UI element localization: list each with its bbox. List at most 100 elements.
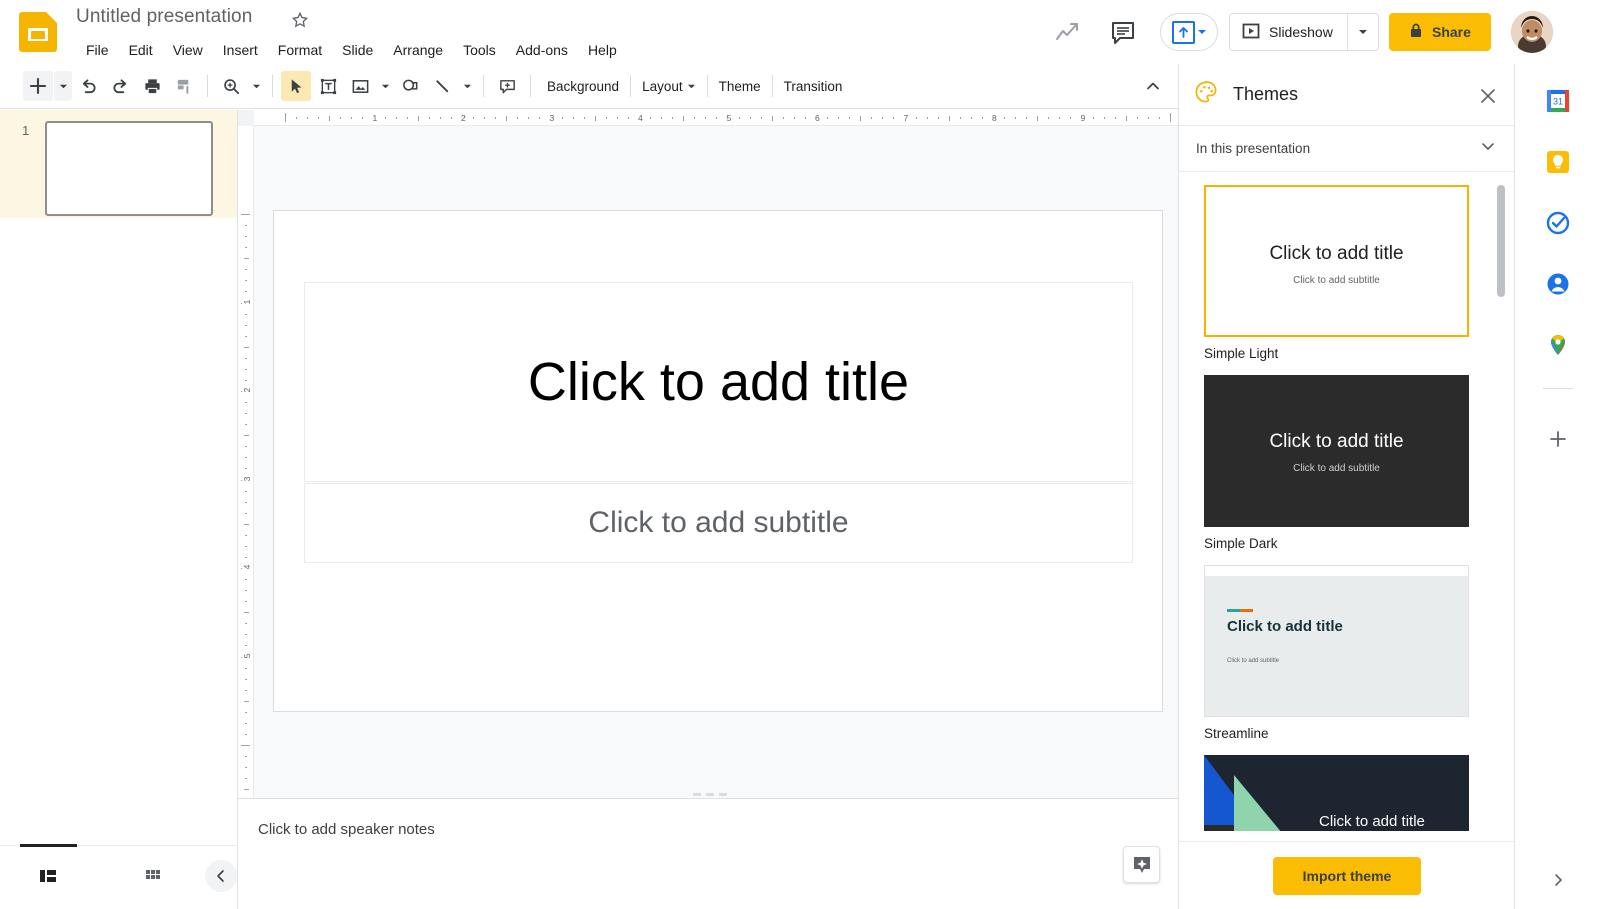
ruler-tick <box>245 335 247 337</box>
slide-thumbnail[interactable] <box>45 121 213 216</box>
menu-edit[interactable]: Edit <box>119 38 163 62</box>
line-button[interactable] <box>427 71 457 101</box>
ruler-label: 7 <box>901 113 911 123</box>
undo-button[interactable] <box>73 71 103 101</box>
theme-thumbnail-simple-dark[interactable]: Click to add title Click to add subtitle <box>1204 375 1469 527</box>
theme-thumbnail-geo[interactable]: Click to add title <box>1204 755 1469 831</box>
menu-help[interactable]: Help <box>578 38 627 62</box>
notes-drag-handle[interactable] <box>693 793 727 796</box>
subtitle-placeholder[interactable]: Click to add subtitle <box>304 483 1133 563</box>
paint-format-button[interactable] <box>169 71 199 101</box>
ruler-tick <box>245 678 247 680</box>
google-tasks-icon[interactable] <box>1539 204 1577 242</box>
add-icon[interactable] <box>1539 420 1577 458</box>
ruler-tick <box>244 789 249 791</box>
ruler-tick <box>871 117 873 119</box>
filmstrip-slide-1[interactable]: 1 <box>0 110 237 218</box>
ruler-tick <box>245 247 247 249</box>
new-slide-button[interactable] <box>23 71 53 101</box>
google-keep-icon[interactable] <box>1539 143 1577 181</box>
side-apps-rail: 31 <box>1514 64 1600 909</box>
slideshow-button[interactable]: Slideshow <box>1230 14 1347 50</box>
ruler-tick <box>245 590 247 592</box>
user-avatar[interactable] <box>1511 11 1553 53</box>
google-contacts-icon[interactable] <box>1539 265 1577 303</box>
close-icon[interactable] <box>1476 84 1500 108</box>
zoom-dropdown[interactable] <box>247 71 265 101</box>
themes-section-selector[interactable]: In this presentation <box>1179 126 1514 172</box>
menu-bar: File Edit View Insert Format Slide Arran… <box>76 38 627 62</box>
filmstrip-bottom-bar <box>0 840 238 909</box>
filmstrip-view-button[interactable] <box>32 860 64 892</box>
menu-file[interactable]: File <box>76 38 119 62</box>
import-theme-button[interactable]: Import theme <box>1272 856 1422 895</box>
explore-icon <box>1133 856 1150 873</box>
share-button[interactable]: Share <box>1389 13 1491 51</box>
ruler-tick <box>296 117 298 119</box>
collapse-toolbar-button[interactable] <box>1138 71 1168 101</box>
collapse-filmstrip-button[interactable] <box>205 860 237 892</box>
layout-button[interactable]: Layout <box>633 74 705 99</box>
menu-arrange[interactable]: Arrange <box>383 38 453 62</box>
ruler-tick <box>771 116 773 121</box>
themes-scrollbar[interactable] <box>1497 185 1505 297</box>
menu-format[interactable]: Format <box>268 38 332 62</box>
menu-insert[interactable]: Insert <box>213 38 268 62</box>
new-slide-dropdown[interactable] <box>54 71 72 101</box>
slide-canvas[interactable]: Click to add title Click to add subtitle <box>273 210 1163 712</box>
star-icon[interactable] <box>290 10 310 30</box>
ruler-tick <box>245 468 247 470</box>
slides-app: Untitled presentation File Edit View Ins… <box>0 0 1600 909</box>
ruler-tick <box>838 117 840 119</box>
ruler-tick <box>937 117 939 119</box>
explore-button[interactable] <box>1123 846 1160 883</box>
menu-addons[interactable]: Add-ons <box>506 38 578 62</box>
select-tool-button[interactable] <box>281 71 311 101</box>
grid-view-button[interactable] <box>137 860 169 892</box>
vertical-ruler[interactable]: 1 2 3 4 5 <box>238 126 254 798</box>
background-label: Background <box>547 78 620 94</box>
shape-button[interactable] <box>395 71 425 101</box>
ruler-tick <box>749 117 751 119</box>
zoom-button[interactable] <box>216 71 246 101</box>
line-dropdown[interactable] <box>458 71 476 101</box>
present-button[interactable] <box>1160 13 1218 51</box>
ruler-tick <box>860 116 862 121</box>
add-comment-button[interactable] <box>492 71 522 101</box>
menu-slide[interactable]: Slide <box>332 38 383 62</box>
active-view-indicator <box>20 844 77 847</box>
share-label: Share <box>1432 24 1471 40</box>
text-box-button[interactable] <box>313 71 343 101</box>
menu-tools[interactable]: Tools <box>453 38 506 62</box>
chevron-down-icon <box>252 84 260 88</box>
insert-image-dropdown[interactable] <box>376 71 394 101</box>
background-button[interactable]: Background <box>538 74 628 99</box>
themes-panel: Themes In this presentation Click to add… <box>1178 64 1515 909</box>
comment-icon[interactable] <box>1108 17 1138 47</box>
theme-button[interactable]: Theme <box>710 74 770 99</box>
speaker-notes-pane[interactable]: Click to add speaker notes <box>238 798 1178 909</box>
google-calendar-icon[interactable]: 31 <box>1539 82 1577 120</box>
trending-up-icon[interactable] <box>1053 18 1083 46</box>
expand-rail-button[interactable] <box>1543 865 1573 895</box>
insert-image-button[interactable] <box>345 71 375 101</box>
document-title[interactable]: Untitled presentation <box>76 6 252 28</box>
slideshow-dropdown[interactable] <box>1346 14 1378 50</box>
horizontal-ruler[interactable]: 1 2 3 4 5 6 7 8 9 <box>254 110 1178 126</box>
print-button[interactable] <box>137 71 167 101</box>
ruler-label: 5 <box>242 649 252 662</box>
ruler-tick <box>1125 116 1127 121</box>
slide-filmstrip: 1 <box>0 110 238 840</box>
theme-thumbnail-streamline[interactable]: Click to add title Click to add subtitle <box>1204 565 1469 717</box>
ruler-tick <box>672 117 674 119</box>
menu-view[interactable]: View <box>163 38 213 62</box>
transition-button[interactable]: Transition <box>775 74 852 99</box>
speaker-notes-placeholder: Click to add speaker notes <box>258 821 435 838</box>
ruler-tick <box>245 269 247 271</box>
ruler-tick <box>406 117 408 119</box>
redo-button[interactable] <box>105 71 135 101</box>
title-placeholder[interactable]: Click to add title <box>304 282 1133 482</box>
ruler-tick <box>439 117 441 119</box>
google-maps-icon[interactable] <box>1539 326 1577 364</box>
theme-thumbnail-simple-light[interactable]: Click to add title Click to add subtitle <box>1204 185 1469 337</box>
